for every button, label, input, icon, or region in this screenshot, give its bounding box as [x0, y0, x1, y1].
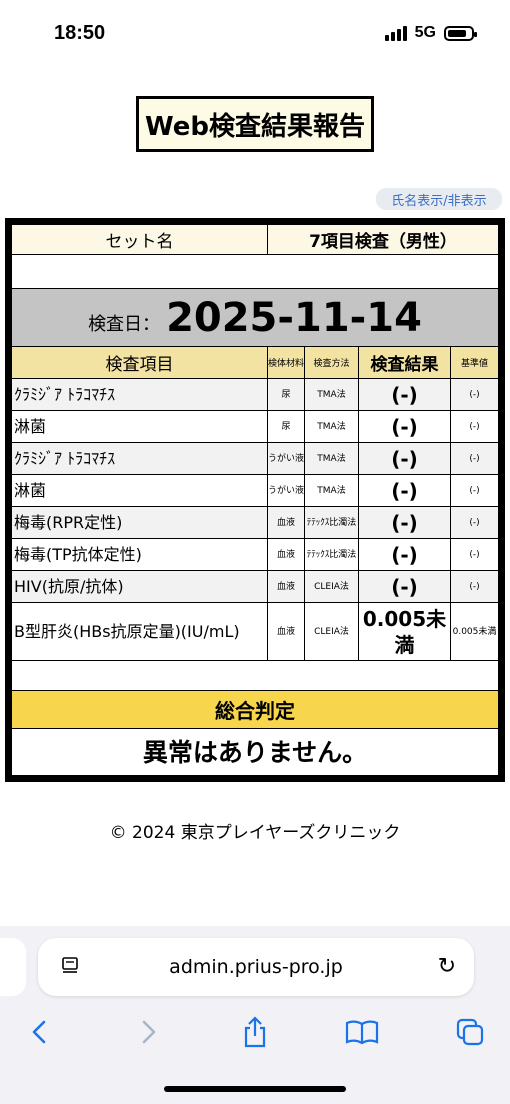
battery-icon [444, 25, 477, 41]
row-reference: 0.005未満 [451, 603, 498, 661]
header-specimen: 検体材料 [268, 347, 305, 379]
row-item: 梅毒(RPR定性) [12, 507, 268, 539]
row-reference: (-) [451, 411, 498, 443]
url-text[interactable]: admin.prius-pro.jp [38, 956, 474, 978]
row-result: (-) [359, 507, 451, 539]
table-row: 梅毒(TP抗体定性) 血液 ﾃﾃｯｸｽ比濁法 (-) (-) [12, 539, 498, 571]
bookmarks-icon[interactable] [344, 1012, 380, 1052]
row-method: TMA法 [305, 475, 359, 507]
table-row: 淋菌尿 TMA法 (-) (-) [12, 411, 498, 443]
row-method: TMA法 [305, 379, 359, 411]
table-row: HIV(抗原/抗体) 血液 CLEIA法 (-) (-) [12, 571, 498, 603]
header-method: 検査方法 [305, 347, 359, 379]
blank-row [12, 661, 498, 691]
row-specimen: うがい液 [268, 443, 305, 475]
row-specimen: 血液 [268, 603, 305, 661]
row-result: 0.005未満 [359, 603, 451, 661]
row-item: B型肝炎(HBs抗原定量)(IU/mL) [12, 603, 268, 661]
row-method: ﾃﾃｯｸｽ比濁法 [305, 539, 359, 571]
back-icon[interactable] [24, 1012, 54, 1052]
row-item: HIV(抗原/抗体) [12, 571, 268, 603]
footer-copyright: © 2024 東京プレイヤーズクリニック [109, 823, 401, 843]
share-icon[interactable] [238, 1012, 272, 1052]
table-row: 梅毒(RPR定性) 血液 ﾃﾃｯｸｽ比濁法 (-) (-) [12, 507, 498, 539]
row-reference: (-) [451, 475, 498, 507]
home-indicator [164, 1086, 346, 1092]
date-value: 2025-11-14 [166, 294, 422, 341]
row-specimen: 血液 [268, 539, 305, 571]
row-method: CLEIA法 [305, 571, 359, 603]
table-header: 検査項目 検体材料 検査方法 検査結果 基準値 [12, 347, 498, 379]
set-value: 7項目検査（男性） [268, 225, 498, 255]
verdict-value: 異常はありません。 [142, 738, 368, 767]
reload-icon[interactable]: ↻ [438, 954, 456, 979]
forward-icon[interactable] [134, 1012, 164, 1052]
verdict-label: 総合判定 [12, 691, 498, 729]
row-reference: (-) [451, 443, 498, 475]
row-reference: (-) [451, 571, 498, 603]
network-label: 5G [414, 24, 436, 41]
date-row: 検査日： 2025-11-14 [12, 289, 498, 347]
row-result: (-) [359, 443, 451, 475]
table-row: ｸﾗﾐｼﾞｱ ﾄﾗｺﾏﾁｽ うがい液 TMA法 (-) (-) [12, 443, 498, 475]
header-reference: 基準値 [451, 347, 498, 379]
set-label: セット名 [12, 225, 268, 255]
page-title: Web検査結果報告 [136, 96, 374, 152]
header-result: 検査結果 [359, 347, 451, 379]
row-method: ﾃﾃｯｸｽ比濁法 [305, 507, 359, 539]
row-specimen: 血液 [268, 507, 305, 539]
table-row: 淋菌 うがい液 TMA法 (-) (-) [12, 475, 498, 507]
row-specimen: 尿 [268, 411, 305, 443]
browser-toolbar [0, 1012, 510, 1052]
row-reference: (-) [451, 379, 498, 411]
row-result: (-) [359, 411, 451, 443]
row-reference: (-) [451, 507, 498, 539]
table-row: B型肝炎(HBs抗原定量)(IU/mL) 血液 CLEIA法 0.005未満 0.005… [12, 603, 498, 661]
row-method: TMA法 [305, 411, 359, 443]
row-item: 淋菌 [12, 475, 268, 507]
date-label: 検査日： [88, 313, 161, 335]
table-row: ｸﾗﾐｼﾞｱ ﾄﾗｺﾏﾁｽ尿 TMA法 (-) (-) [12, 379, 498, 411]
tabs-icon[interactable] [454, 1012, 486, 1052]
signal-icon [384, 25, 407, 41]
row-result: (-) [359, 571, 451, 603]
row-item: 淋菌 [12, 411, 268, 443]
status-bar: 18:50 5G [0, 0, 510, 70]
row-reference: (-) [451, 539, 498, 571]
previous-tab-preview[interactable] [0, 938, 26, 996]
status-time: 18:50 [54, 22, 106, 44]
header-item: 検査項目 [12, 347, 268, 379]
set-row: セット名 7項目検査（男性） [12, 225, 498, 255]
row-result: (-) [359, 475, 451, 507]
row-item: 梅毒(TP抗体定性) [12, 539, 268, 571]
row-result: (-) [359, 539, 451, 571]
row-specimen: 血液 [268, 571, 305, 603]
name-toggle-button[interactable]: 氏名表示/非表示 [376, 188, 502, 210]
row-method: TMA法 [305, 443, 359, 475]
row-item: ｸﾗﾐｼﾞｱ ﾄﾗｺﾏﾁｽ [12, 443, 268, 475]
blank-row [12, 255, 498, 289]
row-method: CLEIA法 [305, 603, 359, 661]
row-specimen: 尿 [268, 379, 305, 411]
address-bar[interactable]: admin.prius-pro.jp ↻ [38, 938, 474, 996]
row-specimen: うがい液 [268, 475, 305, 507]
browser-chrome: admin.prius-pro.jp ↻ [0, 926, 510, 1104]
report-table: セット名 7項目検査（男性） 検査日： 2025-11-14 検査項目 検体材料… [5, 218, 505, 782]
row-item: ｸﾗﾐｼﾞｱ ﾄﾗｺﾏﾁｽ [12, 379, 268, 411]
row-result: (-) [359, 379, 451, 411]
